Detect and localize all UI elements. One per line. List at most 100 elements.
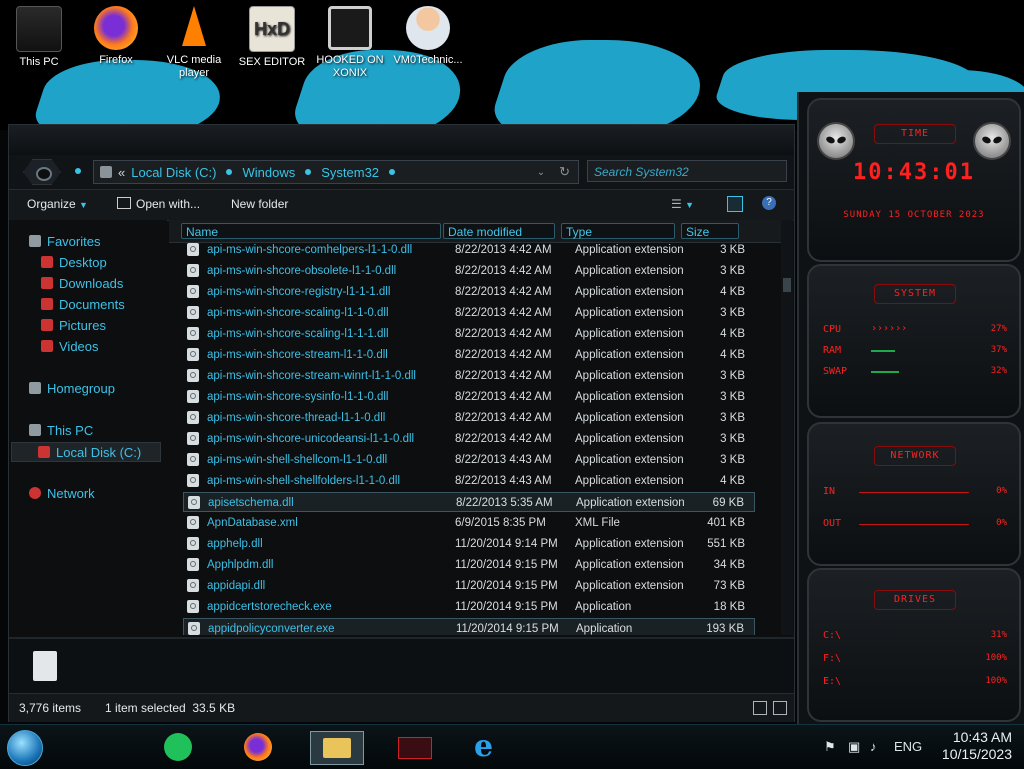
refresh-icon[interactable]: ↻ <box>559 164 570 180</box>
file-row[interactable]: api-ms-win-shcore-stream-winrt-l1-1-0.dl… <box>183 366 755 386</box>
nav-local-disk[interactable]: Local Disk (C:) <box>11 442 161 462</box>
help-icon[interactable]: ? <box>762 196 776 210</box>
history-dot-icon[interactable] <box>75 168 81 174</box>
breadcrumb-separator[interactable] <box>305 169 312 175</box>
language-indicator[interactable]: ENG <box>894 739 922 754</box>
scrollbar-thumb[interactable] <box>783 278 791 292</box>
file-name: api-ms-win-shcore-registry-l1-1-1.dll <box>207 286 391 298</box>
open-with-button[interactable]: Open with... <box>117 197 200 211</box>
address-dropdown-icon[interactable]: ⌄ <box>537 167 545 178</box>
file-row[interactable]: api-ms-win-shcore-obsolete-l1-1-0.dll 8/2… <box>183 261 755 281</box>
column-header-type[interactable]: Type <box>561 223 675 239</box>
file-row[interactable]: api-ms-win-shcore-scaling-l1-1-0.dll 8/22… <box>183 303 755 323</box>
taskbar-clock[interactable]: 10:43 AM 10/15/2023 <box>942 729 1012 763</box>
volume-icon[interactable]: ♪ <box>870 739 877 754</box>
back-button[interactable] <box>23 159 61 185</box>
breadcrumb-local-disk[interactable]: Local Disk (C:) <box>131 165 216 180</box>
nav-desktop[interactable]: Desktop <box>41 253 107 273</box>
command-bar: Organize ▼ Open with... New folder ☰ ▼ ? <box>9 189 794 221</box>
file-row[interactable]: api-ms-win-shcore-stream-l1-1-0.dll 8/22/… <box>183 345 755 365</box>
file-type: Application extension <box>575 433 684 445</box>
nav-label: Local Disk (C:) <box>56 445 142 460</box>
nav-pictures[interactable]: Pictures <box>41 316 106 336</box>
nav-downloads[interactable]: Downloads <box>41 274 123 294</box>
breadcrumb-system32[interactable]: System32 <box>321 165 379 180</box>
breadcrumb-windows[interactable]: Windows <box>242 165 295 180</box>
ie-icon: e <box>474 729 494 764</box>
dll-file-icon <box>187 411 199 424</box>
hxd-editor-icon: HxD <box>249 6 295 52</box>
nav-network[interactable]: Network <box>29 484 95 504</box>
desktop-icon-firefox[interactable]: Firefox <box>80 6 152 67</box>
file-type: Application extension <box>575 475 684 487</box>
file-row[interactable]: api-ms-win-shcore-scaling-l1-1-1.dll 8/22… <box>183 324 755 344</box>
file-name: api-ms-win-shcore-thread-l1-1-0.dll <box>207 412 386 424</box>
file-row[interactable]: api-ms-win-shell-shellcom-l1-1-0.dll 8/22… <box>183 450 755 470</box>
ram-value: 37% <box>990 345 1007 355</box>
preview-pane-icon[interactable] <box>727 196 743 212</box>
file-size: 3 KB <box>720 370 745 382</box>
breadcrumb-separator[interactable] <box>226 169 233 175</box>
file-row[interactable]: api-ms-win-shcore-sysinfo-l1-1-0.dll 8/22… <box>183 387 755 407</box>
flag-icon[interactable]: ⚑ <box>824 739 836 755</box>
breadcrumb-separator[interactable] <box>389 169 396 175</box>
nav-videos[interactable]: Videos <box>41 337 99 357</box>
file-row[interactable]: api-ms-win-shcore-comhelpers-l1-1-0.dll 8… <box>183 240 755 260</box>
vertical-scrollbar[interactable] <box>781 220 793 635</box>
column-header-size[interactable]: Size <box>681 223 739 239</box>
file-row[interactable]: api-ms-win-shcore-unicodeansi-l1-1-0.dll… <box>183 429 755 449</box>
taskbar-app-green[interactable] <box>160 731 220 763</box>
file-date: 8/22/2013 4:42 AM <box>455 307 552 319</box>
start-button[interactable] <box>7 730 43 766</box>
breadcrumb-overflow[interactable]: « <box>118 165 125 180</box>
gadget-date: SUNDAY 15 OCTOBER 2023 <box>843 210 985 220</box>
organize-button[interactable]: Organize ▼ <box>27 197 88 211</box>
nav-label: Documents <box>59 297 125 312</box>
desktop-icon-vlc[interactable]: VLC media player <box>158 6 230 80</box>
file-type: Application extension <box>575 559 684 571</box>
desktop-icon-hooked-on-xonix[interactable]: HOOKED ON XONIX <box>314 6 386 80</box>
taskbar-app-internet-explorer[interactable]: e <box>470 731 530 763</box>
file-row[interactable]: appidpolicyconverter.exe 11/20/2014 9:15 … <box>183 618 755 635</box>
doctor-avatar-icon <box>406 6 450 50</box>
nav-documents[interactable]: Documents <box>41 295 125 315</box>
search-input[interactable]: Search System32 <box>587 160 787 182</box>
file-row[interactable]: api-ms-win-shcore-thread-l1-1-0.dll 8/22/… <box>183 408 755 428</box>
dll-file-icon <box>187 558 199 571</box>
desktop-icon-vm0technic[interactable]: VM0Technic... <box>392 6 464 67</box>
chevron-down-icon: ▼ <box>79 200 88 210</box>
view-options-icon[interactable]: ☰ ▼ <box>671 197 694 211</box>
file-row[interactable]: apphelp.dll 11/20/2014 9:14 PM Application… <box>183 534 755 554</box>
column-header-date[interactable]: Date modified <box>443 223 555 239</box>
nav-favorites[interactable]: Favorites <box>29 232 100 252</box>
file-type: Application extension <box>575 580 684 592</box>
taskbar-app-media[interactable] <box>388 731 440 763</box>
file-name: appidpolicyconverter.exe <box>208 623 335 635</box>
file-row[interactable]: appidapi.dll 11/20/2014 9:15 PM Applicatio… <box>183 576 755 596</box>
network-icon[interactable]: ▣ <box>848 739 860 755</box>
desktop-icon-this-pc[interactable]: This PC <box>3 6 75 69</box>
file-row[interactable]: ApnDatabase.xml 6/9/2015 8:35 PM XML File 4… <box>183 513 755 533</box>
file-size: 4 KB <box>720 286 745 298</box>
nav-homegroup[interactable]: Homegroup <box>29 379 115 399</box>
window-titlebar[interactable] <box>9 125 794 155</box>
file-row[interactable]: api-ms-win-shell-shellfolders-l1-1-0.dll… <box>183 471 755 491</box>
thumbnail-view-icon[interactable] <box>773 701 787 715</box>
nav-this-pc[interactable]: This PC <box>29 421 93 441</box>
desktop-icon-sex-editor[interactable]: HxD SEX EDITOR <box>236 6 308 69</box>
address-bar[interactable]: « Local Disk (C:) Windows System32 ⌄ ↻ <box>93 160 579 184</box>
file-row[interactable]: appidcertstorecheck.exe 11/20/2014 9:15 P… <box>183 597 755 617</box>
column-header-name[interactable]: Name <box>181 223 441 239</box>
drive-icon <box>38 446 50 458</box>
file-row[interactable]: apisetschema.dll 8/22/2013 5:35 AM Applica… <box>183 492 755 512</box>
file-row[interactable]: api-ms-win-shcore-registry-l1-1-1.dll 8/2… <box>183 282 755 302</box>
file-size: 3 KB <box>720 307 745 319</box>
file-row[interactable]: Apphlpdm.dll 11/20/2014 9:15 PM Applicatio… <box>183 555 755 575</box>
new-folder-button[interactable]: New folder <box>231 197 288 211</box>
taskbar-app-firefox[interactable] <box>240 731 300 763</box>
nav-label: Desktop <box>59 255 107 270</box>
taskbar-app-file-explorer[interactable] <box>310 731 364 765</box>
details-view-icon[interactable] <box>753 701 767 715</box>
dll-file-icon <box>187 243 199 256</box>
net-in-label: IN <box>823 486 836 497</box>
